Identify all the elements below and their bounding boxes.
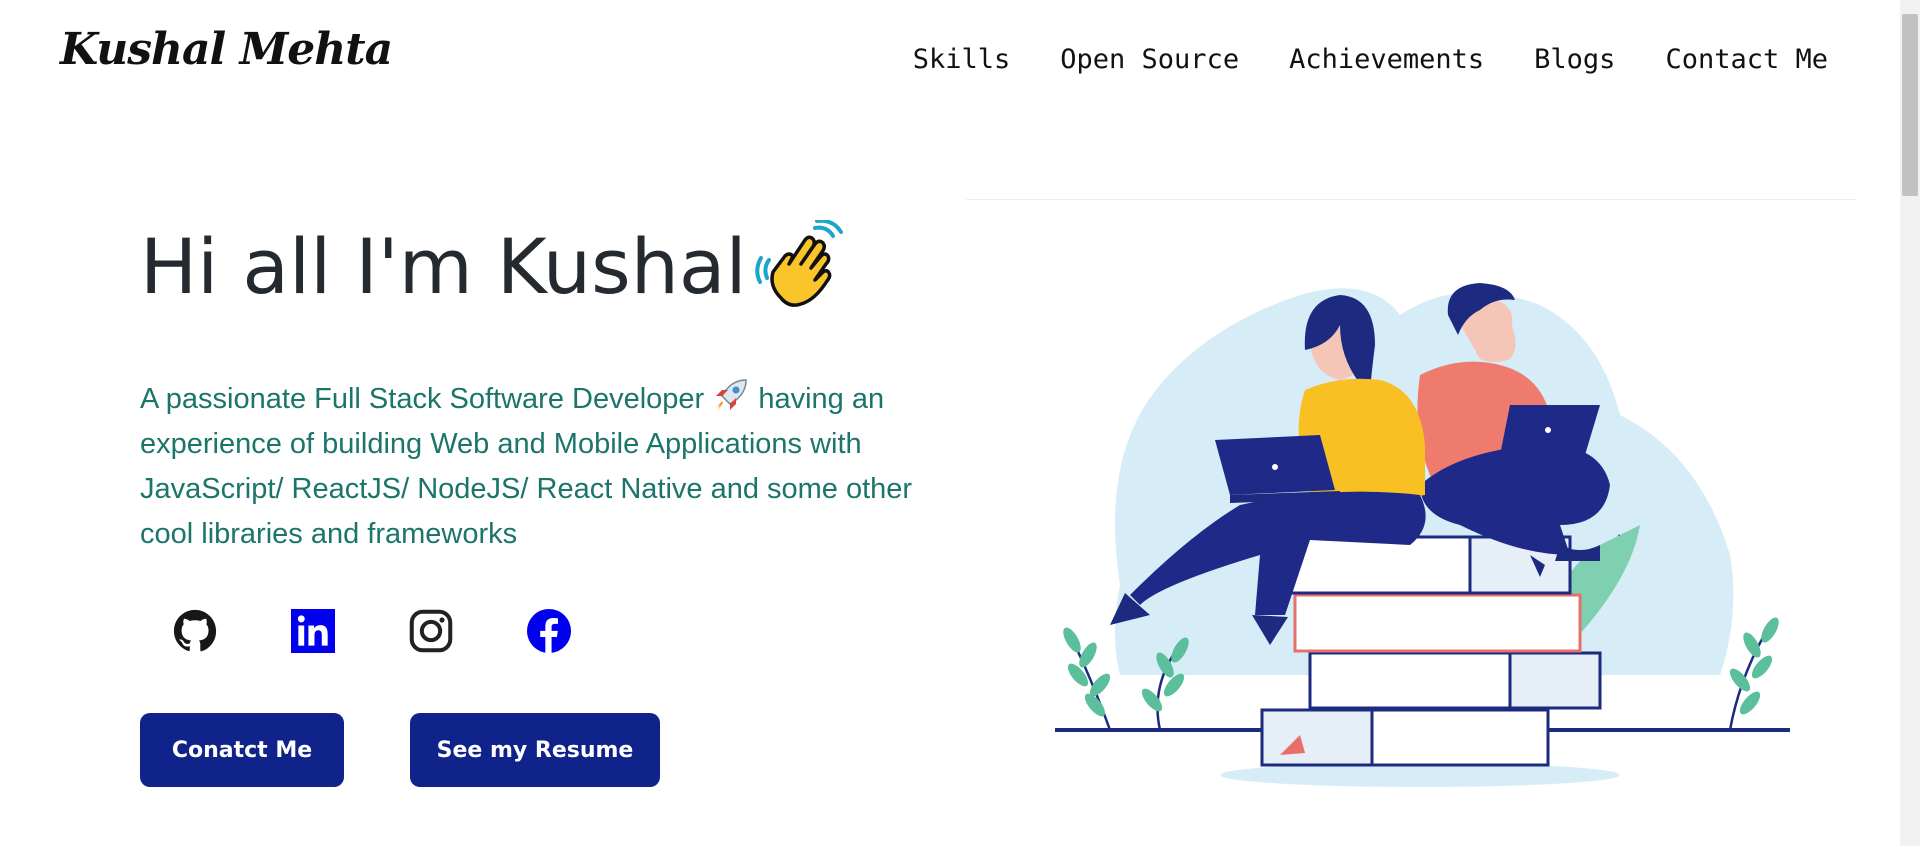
instagram-icon bbox=[409, 609, 453, 653]
nav-item-open-source[interactable]: Open Source bbox=[1060, 44, 1239, 75]
nav-item-achievements[interactable]: Achievements bbox=[1289, 44, 1484, 75]
social-links bbox=[172, 608, 572, 654]
waving-hand-icon bbox=[754, 220, 843, 307]
section-divider bbox=[966, 199, 1856, 200]
facebook-link[interactable] bbox=[526, 608, 572, 654]
site-logo[interactable]: Kushal Mehta bbox=[60, 24, 393, 75]
scrollbar-thumb[interactable] bbox=[1902, 14, 1918, 196]
linkedin-icon bbox=[291, 609, 335, 653]
github-icon bbox=[173, 609, 217, 652]
nav-item-skills[interactable]: Skills bbox=[913, 44, 1011, 75]
linkedin-link[interactable] bbox=[290, 608, 336, 654]
top-nav: Skills Open Source Achievements Blogs Co… bbox=[913, 44, 1828, 75]
subtitle-text-part1: A passionate Full Stack Software Develop… bbox=[140, 383, 705, 415]
developers-reading-illustration bbox=[1055, 283, 1790, 787]
hero-greeting: Hi all I'm Kushal bbox=[140, 220, 847, 312]
hero-subtitle: A passionate Full Stack Software Develop… bbox=[140, 376, 920, 557]
see-resume-button[interactable]: See my Resume bbox=[410, 713, 660, 787]
rocket-icon bbox=[716, 379, 748, 410]
nav-item-blogs[interactable]: Blogs bbox=[1534, 44, 1615, 75]
nav-item-contact-me[interactable]: Contact Me bbox=[1665, 44, 1828, 75]
contact-me-button[interactable]: Conatct Me bbox=[140, 713, 344, 787]
greeting-text: Hi all I'm Kushal bbox=[140, 221, 747, 311]
instagram-link[interactable] bbox=[408, 608, 454, 654]
page-scrollbar[interactable] bbox=[1900, 0, 1920, 846]
portfolio-page: Kushal Mehta Skills Open Source Achievem… bbox=[0, 0, 1920, 846]
facebook-icon bbox=[527, 609, 571, 653]
github-link[interactable] bbox=[172, 608, 218, 654]
